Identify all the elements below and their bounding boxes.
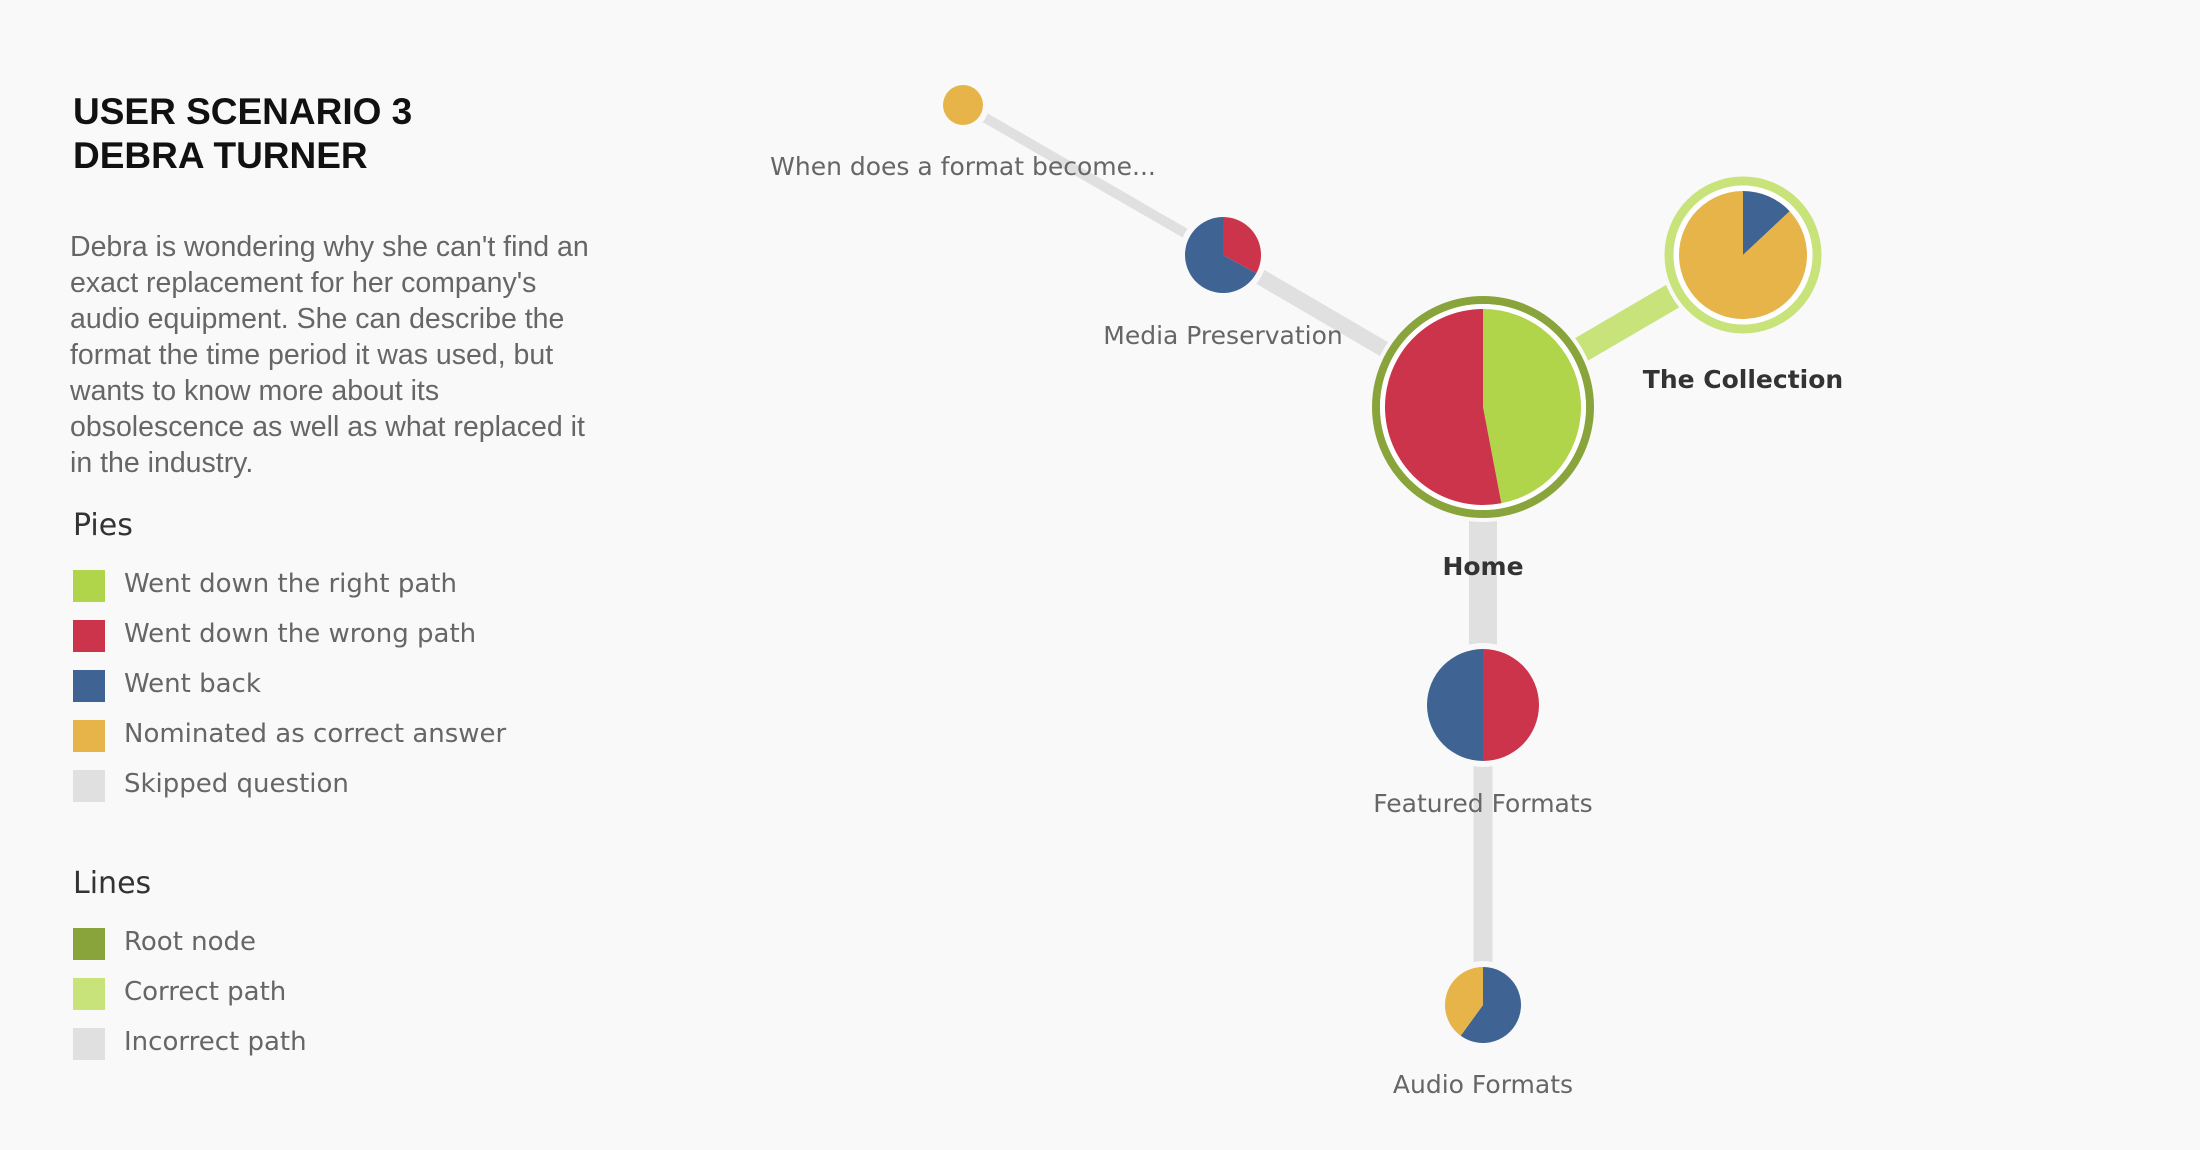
node-when[interactable]: When does a format become...: [770, 79, 1156, 181]
node-label: The Collection: [1643, 365, 1843, 394]
node-media[interactable]: Media Preservation: [1103, 211, 1343, 350]
node-label: Audio Formats: [1393, 1070, 1573, 1099]
node-label: Home: [1442, 552, 1523, 581]
node-featured[interactable]: Featured Formats: [1373, 643, 1593, 818]
node-label: Media Preservation: [1103, 321, 1342, 350]
pie-slice-nominated: [943, 85, 983, 125]
node-collection[interactable]: The Collection: [1643, 172, 1843, 395]
node-label: Featured Formats: [1373, 789, 1592, 818]
node-audio[interactable]: Audio Formats: [1393, 961, 1573, 1099]
node-label: When does a format become...: [770, 152, 1156, 181]
edges-layer: [960, 100, 1750, 1005]
tree-path-diagram: Home The Collection Media Preservation When…: [770, 79, 1843, 1099]
nodes-layer: Home The Collection Media Preservation When…: [770, 79, 1843, 1099]
